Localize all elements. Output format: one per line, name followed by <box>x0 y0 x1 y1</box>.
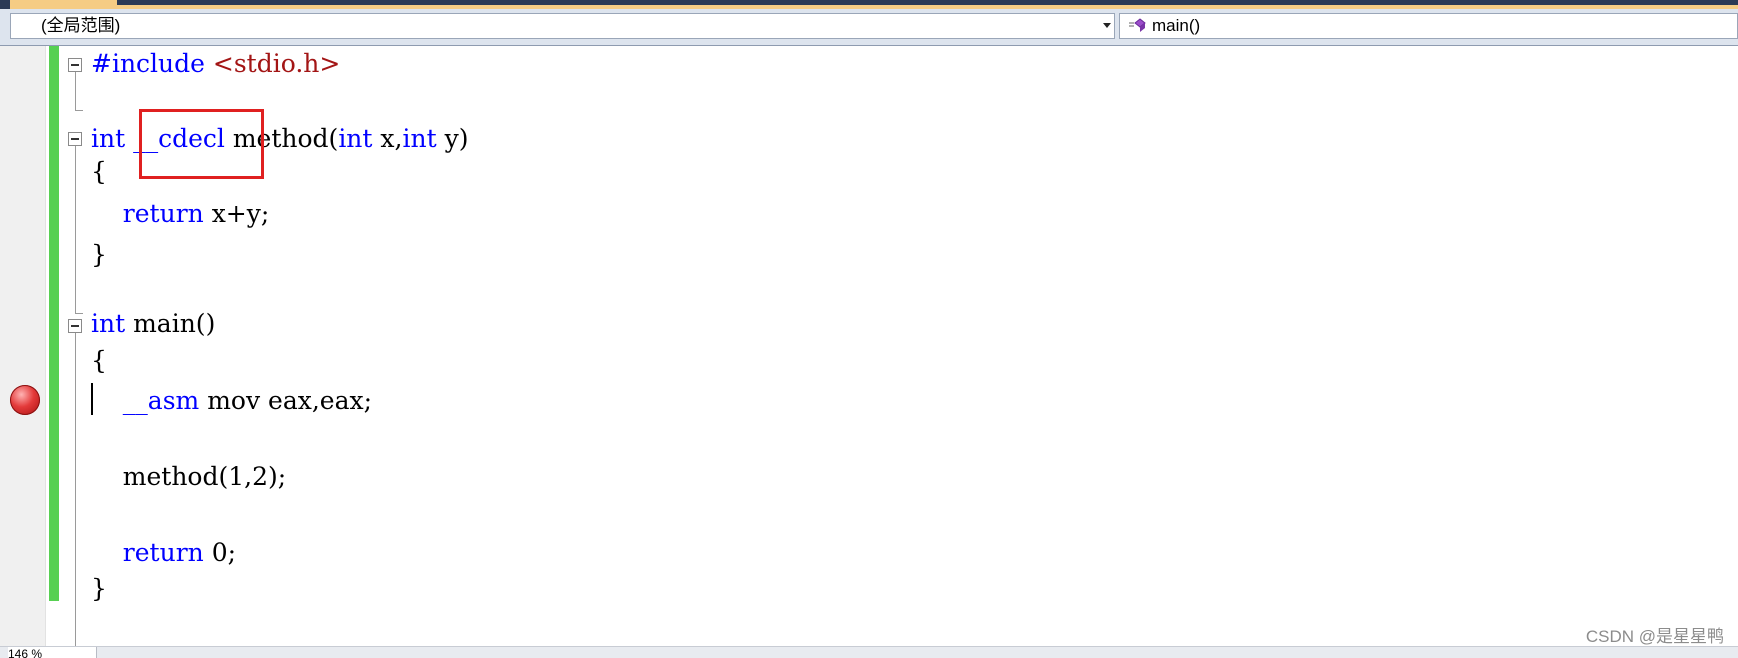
collapse-toggle-icon[interactable] <box>68 58 82 72</box>
breakpoint-margin[interactable] <box>0 46 46 646</box>
code-text: { <box>91 157 107 186</box>
highlight-annotation-box <box>139 109 264 179</box>
code-text: main() <box>125 309 216 338</box>
member-dropdown[interactable]: main() <box>1119 13 1738 39</box>
document-tab-strip <box>0 0 1738 9</box>
code-text: { <box>91 346 107 375</box>
code-line: return x+y; <box>91 199 270 229</box>
outline-line <box>75 146 76 313</box>
code-line: method(1,2); <box>91 462 286 492</box>
code-keyword: int <box>91 124 126 153</box>
zoom-level-combo[interactable]: 146 % <box>8 647 97 658</box>
code-keyword: __asm <box>122 386 200 415</box>
outline-line <box>75 110 83 111</box>
outline-line <box>75 72 76 110</box>
outline-line <box>75 313 83 314</box>
code-text: mov eax,eax; <box>199 386 372 415</box>
code-keyword: int <box>402 124 437 153</box>
code-text: y) <box>436 124 469 153</box>
code-keyword: int <box>338 124 373 153</box>
code-line: } <box>91 574 107 604</box>
code-string: <stdio.h> <box>212 49 341 78</box>
breakpoint-icon[interactable] <box>10 385 40 415</box>
scope-dropdown[interactable]: (全局范围) <box>10 13 1115 39</box>
code-line: #include <stdio.h> <box>91 49 340 79</box>
code-line: __asm mov eax,eax; <box>91 386 372 416</box>
chevron-down-icon[interactable] <box>1103 23 1111 28</box>
code-text: x, <box>372 124 403 153</box>
code-line: } <box>91 240 107 270</box>
change-tracking-bar <box>49 46 59 601</box>
code-text: 0; <box>203 538 237 567</box>
text-caret <box>91 383 93 415</box>
collapse-toggle-icon[interactable] <box>68 319 82 333</box>
collapse-toggle-icon[interactable] <box>68 132 82 146</box>
code-line: { <box>91 157 107 187</box>
editor-status-bar: 146 % <box>0 646 1738 658</box>
code-text: x+y; <box>203 199 270 228</box>
code-keyword: return <box>122 538 204 567</box>
code-text: } <box>91 574 107 603</box>
code-editor[interactable]: #include <stdio.h> int __cdecl method(in… <box>0 46 1738 658</box>
code-keyword: return <box>122 199 204 228</box>
member-dropdown-label: main() <box>1152 16 1201 35</box>
watermark: CSDN @是星星鸭 <box>1585 627 1724 646</box>
code-text: method(1,2); <box>91 462 287 491</box>
code-line: return 0; <box>91 538 236 568</box>
code-keyword: int <box>91 309 126 338</box>
code-keyword: #include <box>91 49 213 78</box>
code-line: { <box>91 346 107 376</box>
code-line: int main() <box>91 309 215 339</box>
navigation-bar: (全局范围) main() <box>0 9 1738 46</box>
method-icon <box>1129 18 1146 32</box>
code-text: } <box>91 240 107 269</box>
outline-line <box>75 333 76 657</box>
active-document-tab[interactable] <box>10 0 117 9</box>
